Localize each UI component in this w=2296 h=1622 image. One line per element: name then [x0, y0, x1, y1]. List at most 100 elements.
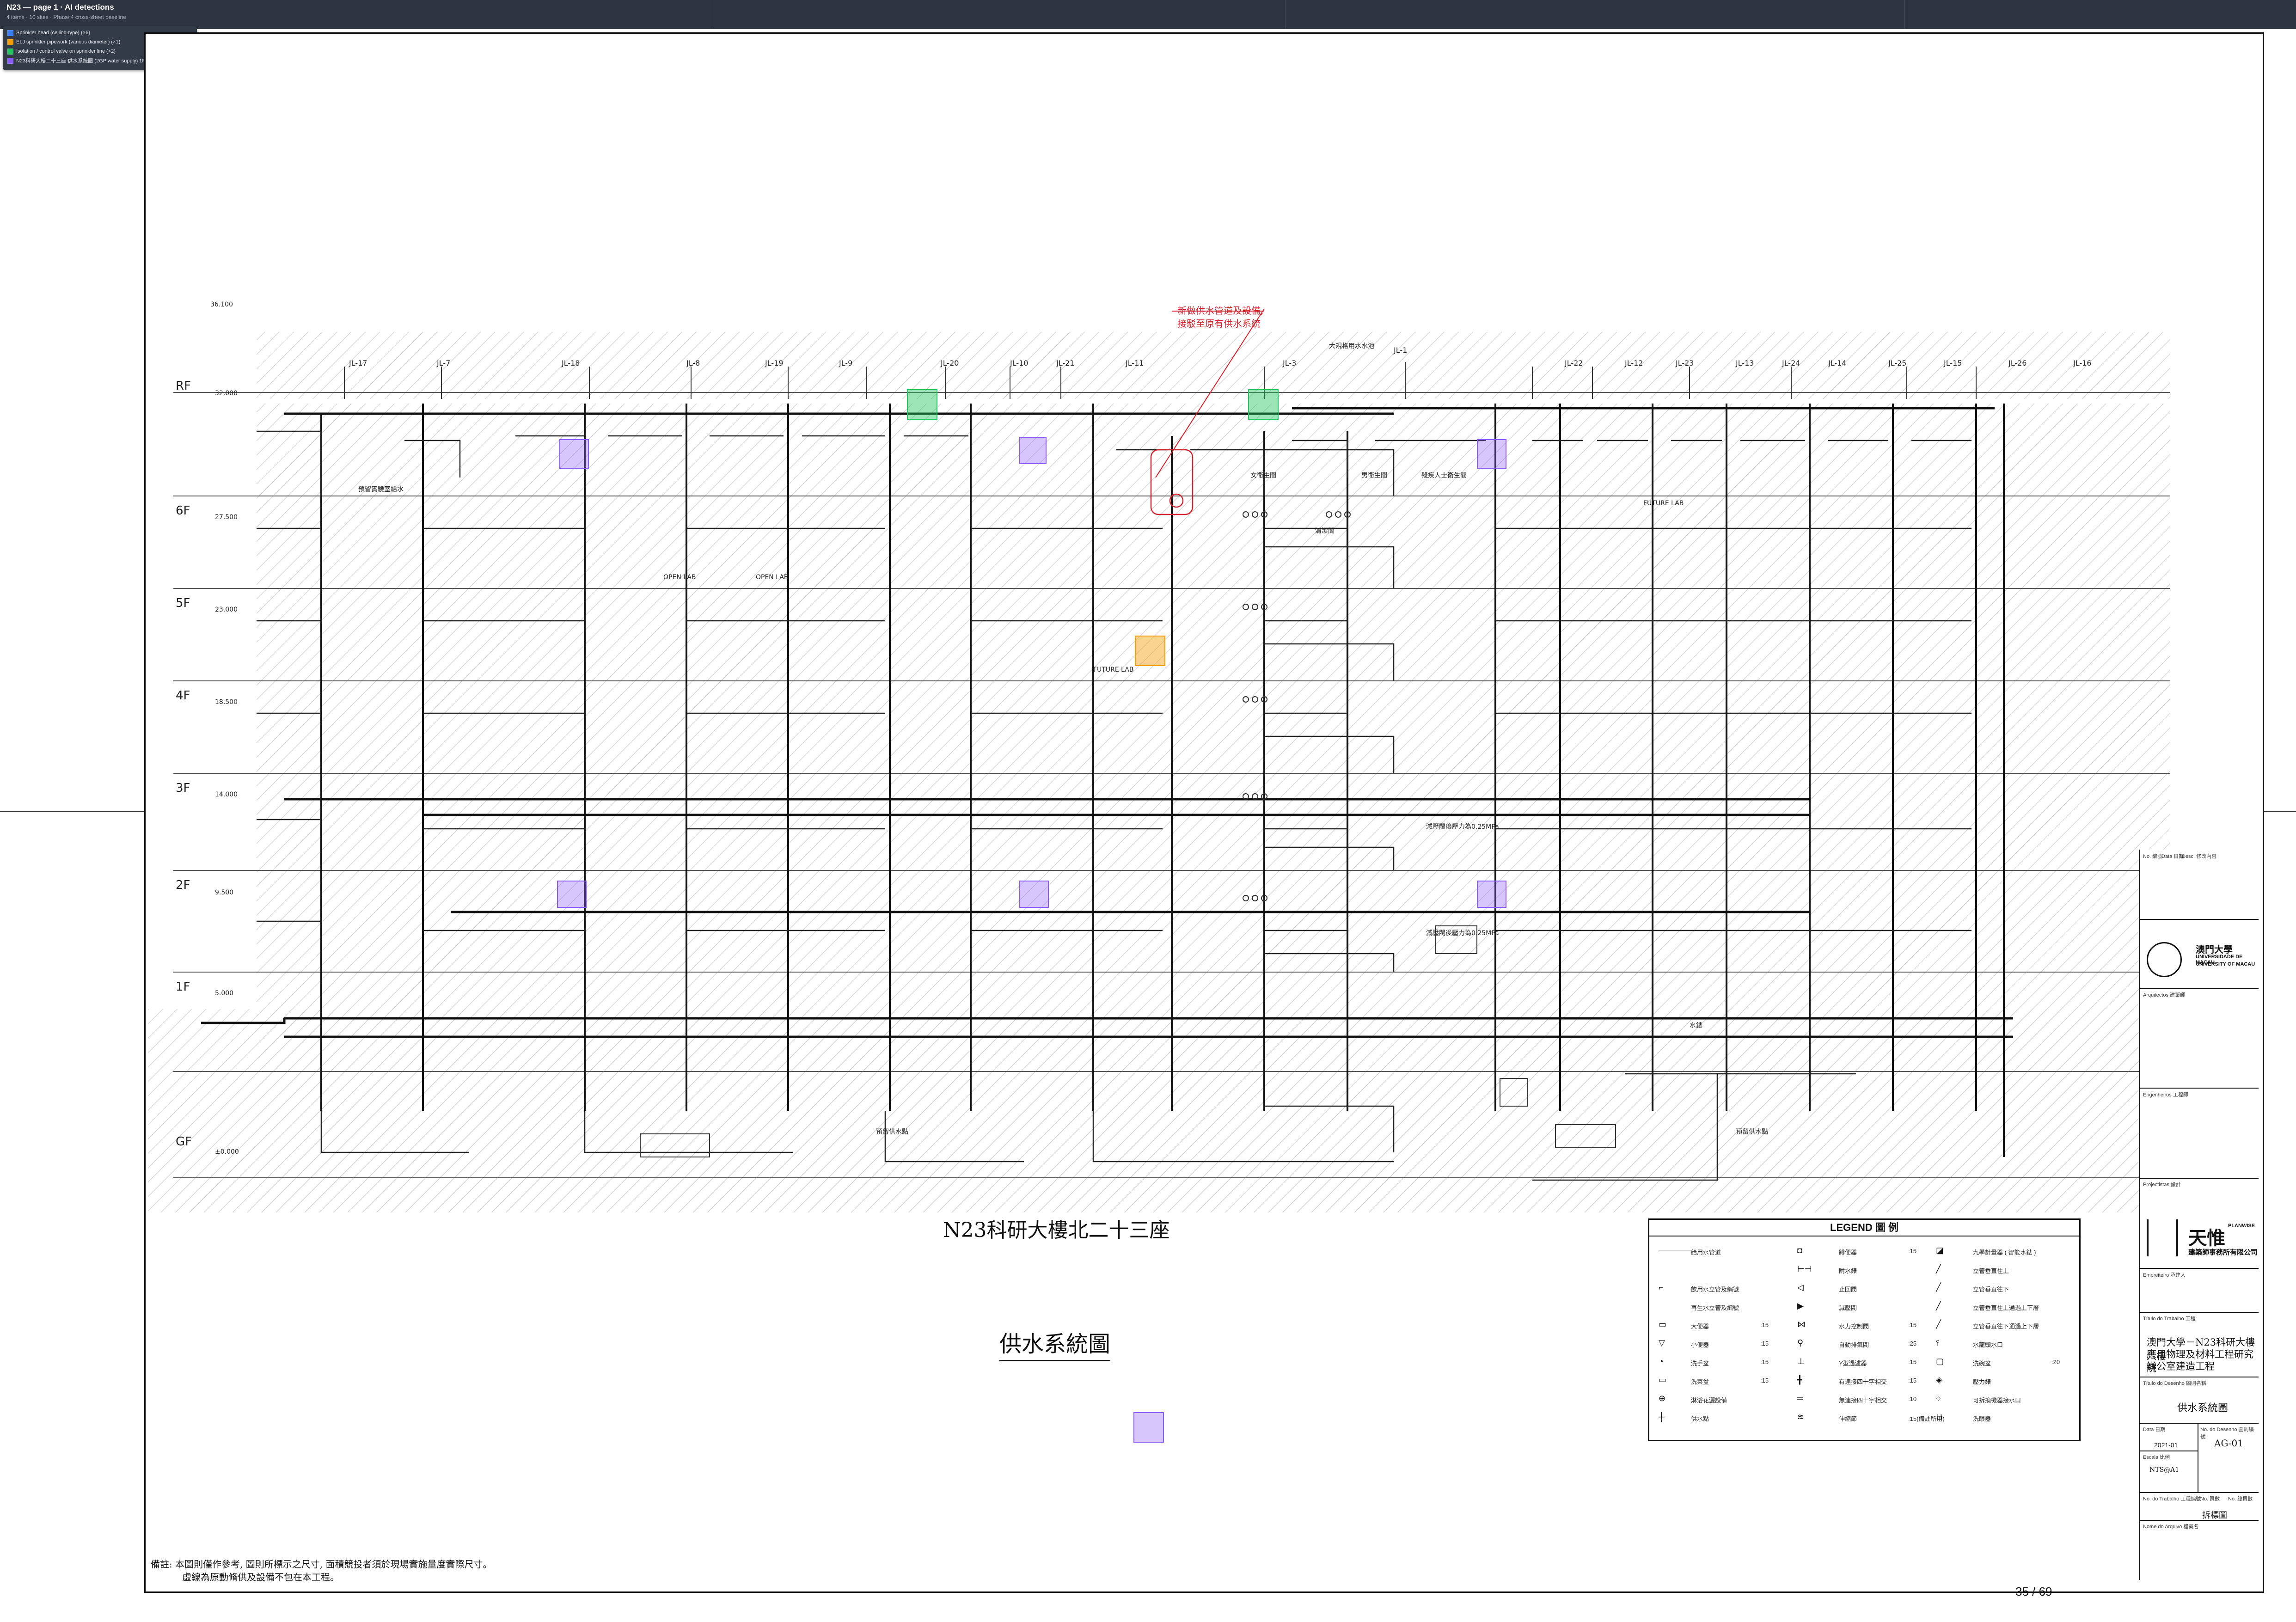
firm-short-name: 天惟 [2188, 1227, 2225, 1249]
drawing-note: 備註: 本圖則僅作參考, 圖則所標示之尺寸, 面積競投者須於現場實施量度實際尺寸… [151, 1558, 492, 1584]
detection-label: ELJ sprinkler pipework (various diameter… [16, 39, 121, 45]
drawing-name-label: Título do Desenho 圖則名稱 [2143, 1381, 2206, 1386]
riser-label: JL-26 [2008, 359, 2027, 367]
room-label: FUTURE LAB [1093, 666, 1133, 673]
detection-box-sprinkler[interactable] [559, 439, 589, 469]
legend-count: :25 [1908, 1340, 1917, 1347]
legend-item: 洗眼器 [1973, 1415, 1991, 1422]
riser-icon: ⌐ [1659, 1283, 1664, 1292]
detection-box-pipework[interactable] [1135, 636, 1165, 666]
riser-label: JL-19 [765, 359, 783, 367]
sheet-name: 拆標圖 [2202, 1511, 2227, 1520]
detection-box-system[interactable] [1133, 1412, 1164, 1443]
work-title-line: 辦公室建造工程 [2147, 1361, 2215, 1372]
room-label: FUTURE LAB [1643, 500, 1684, 507]
detection-box-sprinkler[interactable] [1019, 881, 1049, 908]
legend-item: 立管垂直往下 [1973, 1286, 2009, 1293]
gutter-line [2263, 811, 2296, 812]
detection-box-sprinkler[interactable] [1477, 439, 1506, 469]
riser-label: JL-22 [1564, 359, 1583, 367]
university-seal-icon [2147, 942, 2182, 977]
shower-icon: ⊕ [1659, 1394, 1666, 1403]
legend-item: 大便器 [1691, 1323, 1709, 1330]
scale-value: NTS@A1 [2149, 1466, 2180, 1474]
legend-count: :15 [1760, 1359, 1769, 1365]
smart-meter-icon: ◪ [1936, 1246, 1944, 1255]
legend-item: 再生水立管及編號 [1691, 1304, 1739, 1311]
legend-item: 附水錶 [1839, 1267, 1857, 1274]
floor-label: 4F [176, 689, 190, 703]
room-label: 男衛生間 [1361, 472, 1387, 479]
toilet-icon: ◘ [1797, 1246, 1802, 1255]
detection-box-valve[interactable] [1248, 389, 1279, 420]
legend-count: :15 [1760, 1340, 1769, 1347]
riser-label: JL-11 [1125, 359, 1144, 367]
meter-icon: ⊢⊣ [1797, 1264, 1812, 1273]
riser-pass-down-icon: ╱ [1936, 1320, 1941, 1329]
wc-icon: ▭ [1659, 1320, 1667, 1329]
legend-item: 減壓閥 [1839, 1304, 1857, 1311]
reducing-valve-icon: ▶ [1797, 1301, 1804, 1310]
detection-row[interactable]: N23科研大樓二十三座 供水系統圖 (2GP water supply) 1F5… [7, 57, 164, 64]
legend-item: 飲用水立管及編號 [1691, 1286, 1739, 1293]
level-value: 36.100 [210, 301, 233, 308]
riser-label: JL-15 [1943, 359, 1962, 367]
legend-item: 止回閥 [1839, 1286, 1857, 1293]
legend-count: :15 [1908, 1248, 1917, 1255]
riser-label: JL-25 [1888, 359, 1906, 367]
color-swatch [7, 48, 13, 55]
detection-box-valve[interactable] [907, 389, 937, 420]
air-vent-icon: ⚲ [1797, 1338, 1804, 1347]
legend-item: 自動排氣閥 [1839, 1341, 1869, 1348]
drawing-number: AG-01 [2214, 1438, 2243, 1449]
legend-title: LEGEND 圖 例 [1649, 1220, 2079, 1236]
detection-box-sprinkler[interactable] [557, 881, 587, 908]
basin-icon: ◔ [1659, 1357, 1664, 1366]
detection-row[interactable]: Sprinkler head (ceiling-type) (×6) [7, 30, 90, 36]
firm-name: 建築師事務所有限公司 [2188, 1249, 2258, 1256]
room-label: 殘疾人士衛生間 [1421, 471, 1467, 479]
detection-box-sprinkler[interactable] [1019, 437, 1047, 464]
level-value: 23.000 [215, 606, 238, 613]
job-no-label: No. do Trabalho 工程編號 [2143, 1496, 2201, 1502]
app-title-bar: N23 — page 1 · AI detections 4 items · 1… [0, 0, 2296, 29]
legend-item: 小便器 [1691, 1341, 1709, 1348]
detection-row[interactable]: ELJ sprinkler pipework (various diameter… [7, 39, 120, 45]
file-name-label: Nome do Arquivo 檔案名 [2143, 1524, 2199, 1530]
dish-sink-icon: ▢ [1936, 1357, 1944, 1366]
riser-label: JL-1 [1393, 346, 1407, 355]
designer-label: Projectistas 設計 [2143, 1182, 2181, 1187]
window-title: N23 — page 1 · AI detections [6, 3, 114, 12]
legend-item: 九學計量器 ( 智能水錶 ) [1973, 1249, 2036, 1256]
eyewash-icon: ⊔ [1936, 1412, 1943, 1421]
detection-row[interactable]: Isolation / control valve on sprinkler l… [7, 48, 116, 55]
legend-count: :15 [1908, 1359, 1917, 1365]
legend-item: 無連接四十字相交 [1839, 1397, 1887, 1404]
divider [1904, 0, 1905, 29]
riser-label: JL-17 [349, 359, 367, 367]
level-value: ±0.000 [215, 1148, 239, 1156]
riser-label: JL-20 [940, 359, 959, 367]
sink-icon: ▭ [1659, 1375, 1667, 1384]
room-label: OPEN LAB [663, 574, 696, 581]
color-swatch [7, 39, 13, 45]
level-value: 9.500 [215, 889, 233, 896]
legend-item: 蹲便器 [1839, 1249, 1857, 1256]
riser-label: JL-3 [1282, 359, 1296, 367]
title-block: No. 編號 Data 日期 Desc. 修改內容 澳門大學 UNIVERSID… [2139, 850, 2259, 1580]
floor-hatching [148, 332, 2170, 1212]
detection-label: N23科研大樓二十三座 供水系統圖 (2GP water supply) 1F5… [16, 58, 165, 64]
riser-label: JL-12 [1624, 359, 1643, 367]
page-counter[interactable]: 35 / 69 [2015, 1585, 2052, 1599]
page-label: No. 頁數 [2200, 1496, 2220, 1502]
gutter-line [0, 811, 144, 812]
floor-label: RF [176, 379, 191, 393]
legend-item: 立管垂直往上 [1973, 1267, 2009, 1274]
scale-label: Escala 比例 [2143, 1455, 2170, 1460]
room-label: OPEN LAB [756, 574, 789, 581]
supply-point-icon: ┼ [1659, 1412, 1665, 1421]
supply-label: 預留供水點 [876, 1128, 908, 1136]
detection-box-sprinkler[interactable] [1477, 881, 1506, 908]
legend-item: 立管垂直往上通過上下層 [1973, 1304, 2039, 1311]
firm-logo-icon [2147, 1219, 2178, 1256]
